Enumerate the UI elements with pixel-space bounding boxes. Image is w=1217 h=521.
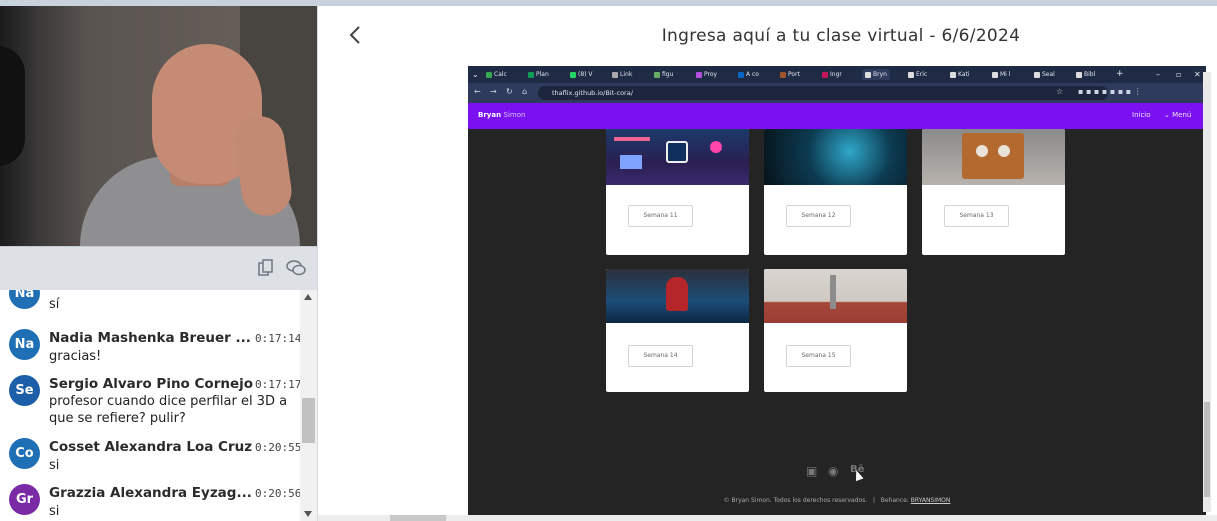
shared-screen: ⌄ Calc Plan (8) V Link figu Proy A co Po… bbox=[440, 66, 1206, 516]
chat-list: Na sí Na Nadia Mashenka Breuer ... 0:17:… bbox=[0, 290, 317, 521]
week-card[interactable]: Semana 15 bbox=[764, 269, 907, 392]
week-button[interactable]: Semana 12 bbox=[786, 205, 851, 227]
browser-tab-active[interactable]: Bryn bbox=[862, 69, 890, 80]
extensions-icon[interactable]: ▪ ▪ ▪ ▪ ▪ ▪ ▪ ⋮ bbox=[1078, 87, 1142, 96]
chat-bubbles-icon[interactable] bbox=[286, 259, 306, 279]
avatar: Na bbox=[9, 290, 40, 309]
message-time: 0:17:17 bbox=[255, 378, 302, 391]
week-card[interactable]: Semana 13 bbox=[922, 129, 1065, 255]
chevron-left-icon[interactable] bbox=[348, 24, 362, 52]
week-card[interactable]: Semana 12 bbox=[764, 129, 907, 255]
scrollbar-thumb[interactable] bbox=[390, 515, 446, 521]
message-text: gracias! bbox=[49, 349, 102, 364]
browser-address-bar: ← → ↻ ⌂ thaflix.github.io/Bit-cora/ ☆ ▪ … bbox=[468, 83, 1206, 103]
avatar: Na bbox=[9, 329, 40, 360]
close-window-icon[interactable]: ✕ bbox=[1194, 69, 1201, 80]
browser-tab[interactable]: (8) V bbox=[570, 69, 593, 80]
week-card[interactable]: Semana 14 bbox=[606, 269, 749, 392]
new-tab-icon[interactable]: + bbox=[1116, 69, 1124, 80]
star-icon[interactable]: ☆ bbox=[1056, 87, 1063, 96]
left-panel: Na sí Na Nadia Mashenka Breuer ... 0:17:… bbox=[0, 6, 317, 521]
copy-icon[interactable] bbox=[256, 259, 276, 279]
content-panel: Ingresa aquí a tu clase virtual - 6/6/20… bbox=[317, 6, 1217, 521]
message-time: 0:20:55 bbox=[255, 441, 302, 454]
site-body: Semana 11 Semana 12 Semana 13 Semana 14 … bbox=[468, 129, 1206, 516]
behance-link[interactable]: BRYANSIMON bbox=[911, 497, 951, 504]
message-text: sí bbox=[49, 297, 60, 312]
scroll-down-arrow-icon[interactable] bbox=[304, 511, 312, 517]
reload-icon[interactable]: ↻ bbox=[506, 87, 513, 96]
tab-search-icon[interactable]: ⌄ bbox=[472, 69, 479, 80]
avatar: Co bbox=[9, 438, 40, 469]
content-scrollbar[interactable] bbox=[1203, 72, 1211, 512]
video-toolbar bbox=[0, 246, 317, 290]
scrollbar-thumb[interactable] bbox=[302, 398, 315, 443]
browser-tab[interactable]: figu bbox=[654, 69, 673, 80]
sender-name: Cosset Alexandra Loa Cruz bbox=[49, 439, 253, 455]
github-icon[interactable]: ◉ bbox=[828, 464, 838, 478]
chat-message: Gr Grazzia Alexandra Eyzag... 0:20:56 si bbox=[0, 482, 302, 521]
card-image bbox=[764, 129, 907, 185]
message-text: si bbox=[49, 458, 60, 473]
browser-tab[interactable]: Bibl bbox=[1076, 69, 1095, 80]
browser-tab[interactable]: Calc bbox=[486, 69, 507, 80]
browser-tab[interactable]: Mi l bbox=[992, 69, 1010, 80]
avatar: Gr bbox=[9, 484, 40, 515]
card-image bbox=[606, 269, 749, 323]
linkedin-icon[interactable]: ▣ bbox=[806, 464, 817, 478]
restore-icon[interactable]: ▫ bbox=[1176, 69, 1181, 80]
week-card[interactable]: Semana 11 bbox=[606, 129, 749, 255]
site-brand[interactable]: Bryan Simon bbox=[478, 111, 525, 119]
message-text: profesor cuando dice perfilar el 3D a qu… bbox=[49, 394, 288, 426]
week-button[interactable]: Semana 14 bbox=[628, 345, 693, 367]
browser-tab[interactable]: A co bbox=[738, 69, 759, 80]
sender-name: Sergio Alvaro Pino Cornejo bbox=[49, 376, 254, 392]
card-image bbox=[606, 129, 749, 185]
site-header: Bryan Simon Inicio ⌄ Menú bbox=[468, 103, 1206, 129]
message-text: si bbox=[49, 504, 60, 519]
session-title: Ingresa aquí a tu clase virtual - 6/6/20… bbox=[661, 26, 1021, 46]
home-icon[interactable]: ⌂ bbox=[522, 87, 527, 96]
minimize-icon[interactable]: – bbox=[1156, 69, 1160, 80]
site-footer: © Bryan Simon. Todos los derechos reserv… bbox=[723, 497, 951, 504]
scroll-up-arrow-icon[interactable] bbox=[304, 294, 312, 300]
chat-message: Se Sergio Alvaro Pino Cornejo 0:17:17 pr… bbox=[0, 374, 302, 434]
chat-message: Na Nadia Mashenka Breuer ... 0:17:14 gra… bbox=[0, 326, 302, 366]
nav-menu-link[interactable]: ⌄ Menú bbox=[1164, 111, 1191, 119]
url-field[interactable]: thaflix.github.io/Bit-cora/ bbox=[538, 86, 1108, 100]
scrollbar-thumb[interactable] bbox=[1204, 402, 1210, 497]
back-arrow-icon[interactable]: ← bbox=[474, 87, 481, 96]
chat-message: Co Cosset Alexandra Loa Cruz 0:20:55 si bbox=[0, 436, 302, 476]
browser-tab[interactable]: Ingr bbox=[822, 69, 842, 80]
message-time: 0:20:56 bbox=[255, 487, 302, 500]
card-image bbox=[764, 269, 907, 323]
chat-message: Na sí bbox=[0, 290, 300, 318]
browser-tab-bar: ⌄ Calc Plan (8) V Link figu Proy A co Po… bbox=[468, 66, 1206, 83]
browser-tab[interactable]: Kati bbox=[950, 69, 970, 80]
browser-tab[interactable]: Proy bbox=[696, 69, 717, 80]
browser-tab[interactable]: Seal bbox=[1034, 69, 1055, 80]
participant-video bbox=[0, 6, 317, 246]
week-button[interactable]: Semana 15 bbox=[786, 345, 851, 367]
horizontal-scrollbar[interactable] bbox=[318, 515, 1217, 521]
browser-tab[interactable]: Port bbox=[780, 69, 800, 80]
microphone bbox=[0, 46, 25, 166]
card-image bbox=[922, 129, 1065, 185]
browser-tab[interactable]: Eric bbox=[908, 69, 927, 80]
avatar: Se bbox=[9, 375, 40, 406]
week-button[interactable]: Semana 11 bbox=[628, 205, 693, 227]
sender-name: Nadia Mashenka Breuer ... bbox=[49, 330, 251, 346]
nav-home-link[interactable]: Inicio bbox=[1132, 111, 1151, 119]
browser-tab[interactable]: Link bbox=[612, 69, 632, 80]
week-button[interactable]: Semana 13 bbox=[944, 205, 1009, 227]
message-time: 0:17:14 bbox=[255, 332, 302, 345]
sender-name: Grazzia Alexandra Eyzag... bbox=[49, 485, 252, 501]
forward-arrow-icon[interactable]: → bbox=[490, 87, 497, 96]
browser-tab[interactable]: Plan bbox=[528, 69, 549, 80]
chat-scrollbar[interactable] bbox=[300, 290, 317, 521]
